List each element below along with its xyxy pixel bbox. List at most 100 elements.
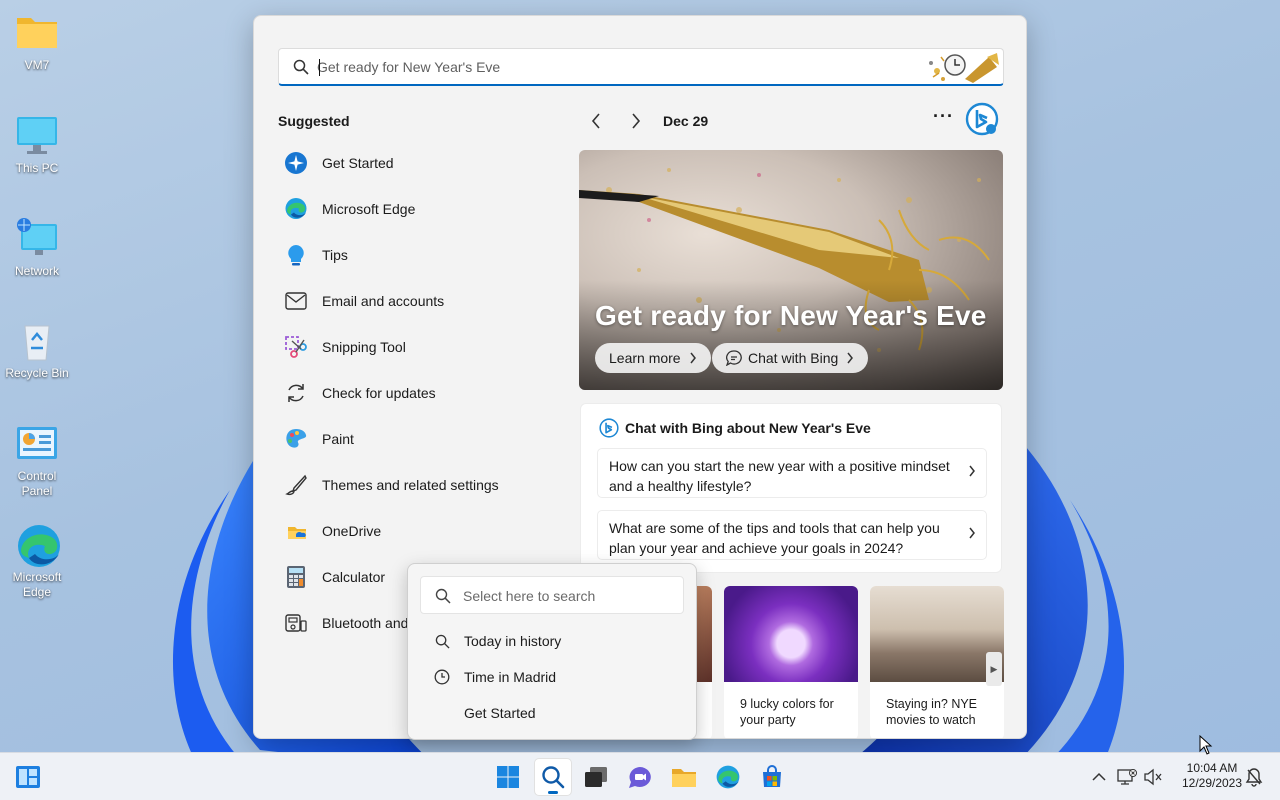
store-button[interactable]	[754, 759, 790, 795]
desktop-icon-recycle-bin[interactable]: Recycle Bin	[2, 320, 72, 381]
volume-muted-icon	[1144, 768, 1162, 786]
folder-icon	[15, 12, 59, 54]
volume-button[interactable]	[1139, 759, 1167, 795]
suggested-item-check-for-updates[interactable]: Check for updates	[284, 370, 554, 416]
desktop-icon-microsoft-edge[interactable]: Microsoft Edge	[2, 524, 72, 600]
bing-question-2[interactable]: What are some of the tips and tools that…	[597, 510, 987, 560]
bing-chat-card: Chat with Bing about New Year's Eve How …	[580, 403, 1002, 573]
tile-caption: 9 lucky colors for your party	[740, 697, 834, 727]
hero-title: Get ready for New Year's Eve	[595, 300, 987, 331]
highlight-tile-lucky-colors[interactable]: 9 lucky colors for your party	[724, 586, 858, 738]
desktop-icon-vm7[interactable]: VM7	[2, 12, 72, 73]
suggested-item-paint[interactable]: Paint	[284, 416, 554, 462]
previous-button[interactable]	[583, 108, 609, 134]
chat-with-bing-label: Chat with Bing	[748, 350, 839, 366]
learn-more-label: Learn more	[609, 350, 681, 366]
suggested-item-tips[interactable]: Tips	[284, 232, 554, 278]
network-status-button[interactable]	[1113, 759, 1141, 795]
chat-app-button[interactable]	[622, 759, 658, 795]
search-icon	[435, 588, 451, 604]
suggested-heading: Suggested	[278, 113, 350, 129]
suggested-item-themes-and-related-settings[interactable]: Themes and related settings	[284, 462, 554, 508]
scroll-right-button[interactable]: ▶	[986, 652, 1002, 686]
taskbar: 10:04 AM 12/29/2023	[0, 752, 1280, 800]
search-icon	[293, 59, 309, 75]
desktop-icon-control-panel[interactable]: Control Panel	[2, 423, 72, 499]
onedrive-icon	[284, 519, 308, 543]
desktop-icon-network[interactable]: Network	[2, 218, 72, 279]
chevron-right-icon	[632, 113, 641, 129]
popup-item-label: Time in Madrid	[464, 669, 557, 685]
file-explorer-button[interactable]	[666, 759, 702, 795]
suggested-item-email-and-accounts[interactable]: Email and accounts	[284, 278, 554, 324]
mouse-cursor-icon	[1199, 735, 1213, 755]
control-panel-icon	[15, 423, 59, 465]
popup-item-label: Get Started	[464, 705, 536, 721]
mail-icon	[284, 289, 308, 313]
chevron-right-icon	[847, 352, 854, 364]
teams-chat-icon	[629, 767, 651, 788]
brush-icon	[284, 473, 308, 497]
highlights-nav: Dec 29 ···	[581, 102, 1001, 136]
edge-icon	[284, 197, 308, 221]
popup-item-today-in-history[interactable]: Today in history	[432, 630, 561, 652]
bing-button[interactable]	[965, 102, 999, 136]
edge-taskbar-button[interactable]	[710, 759, 746, 795]
search-suggestions-popup: Select here to search Today in history T…	[407, 563, 697, 740]
chevron-up-icon	[1092, 772, 1106, 781]
bing-icon	[965, 102, 999, 136]
new-years-doodle-icon	[929, 53, 999, 83]
chat-with-bing-button[interactable]: Chat with Bing	[712, 343, 869, 373]
bluetooth-devices-icon	[284, 611, 308, 635]
network-icon	[15, 218, 59, 260]
popup-item-get-started[interactable]: Get Started	[432, 702, 536, 724]
popup-item-label: Today in history	[464, 633, 562, 649]
paint-icon	[284, 427, 308, 451]
edge-icon	[15, 524, 60, 567]
hero-card[interactable]: Get ready for New Year's Eve Learn more …	[579, 150, 1003, 390]
search-box[interactable]	[278, 48, 1004, 86]
recycle-bin-icon	[15, 320, 59, 362]
folder-icon	[672, 769, 696, 787]
chevron-left-icon	[591, 113, 600, 129]
show-hidden-icons-button[interactable]	[1084, 759, 1114, 795]
hero-gradient	[579, 280, 1003, 390]
tips-icon	[284, 243, 308, 267]
suggested-item-snipping-tool[interactable]: Snipping Tool	[284, 324, 554, 370]
suggested-item-onedrive[interactable]: OneDrive	[284, 508, 554, 554]
network-disconnected-icon	[1117, 769, 1137, 785]
chevron-right-icon	[969, 527, 975, 539]
desktop-icon-this-pc[interactable]: This PC	[2, 115, 72, 176]
bing-chat-heading: Chat with Bing about New Year's Eve	[599, 418, 871, 438]
chevron-right-icon	[969, 465, 975, 477]
chat-bubble-icon	[726, 350, 742, 366]
popup-search-box[interactable]: Select here to search	[420, 576, 684, 614]
widgets-icon	[16, 766, 40, 788]
refresh-icon	[284, 381, 308, 405]
popup-item-time-in-madrid[interactable]: Time in Madrid	[432, 666, 556, 688]
learn-more-button[interactable]: Learn more	[595, 343, 711, 373]
more-options-button[interactable]: ···	[933, 106, 954, 127]
search-icon	[542, 766, 565, 789]
store-icon	[763, 765, 781, 787]
start-button[interactable]	[490, 759, 526, 795]
monitor-icon	[15, 115, 59, 157]
next-button[interactable]	[623, 108, 649, 134]
bing-question-1[interactable]: How can you start the new year with a po…	[597, 448, 987, 498]
get-started-icon	[284, 151, 308, 175]
notifications-button[interactable]	[1240, 759, 1268, 795]
chevron-right-icon: ▶	[990, 663, 998, 674]
notification-bell-icon	[1245, 768, 1263, 787]
taskbar-search-button[interactable]	[535, 759, 571, 795]
widgets-button[interactable]	[10, 759, 46, 795]
search-input[interactable]	[317, 55, 917, 79]
snipping-tool-icon	[284, 335, 308, 359]
friends-watching-image	[870, 586, 1004, 682]
windows-logo-icon	[497, 766, 519, 788]
task-view-button[interactable]	[578, 759, 614, 795]
disco-ball-image	[724, 586, 858, 682]
suggested-item-microsoft-edge[interactable]: Microsoft Edge	[284, 186, 554, 232]
suggested-item-get-started[interactable]: Get Started	[284, 140, 554, 186]
highlight-tile-nye-movies[interactable]: Staying in? NYE movies to watch	[870, 586, 1004, 738]
calculator-icon	[284, 565, 308, 589]
